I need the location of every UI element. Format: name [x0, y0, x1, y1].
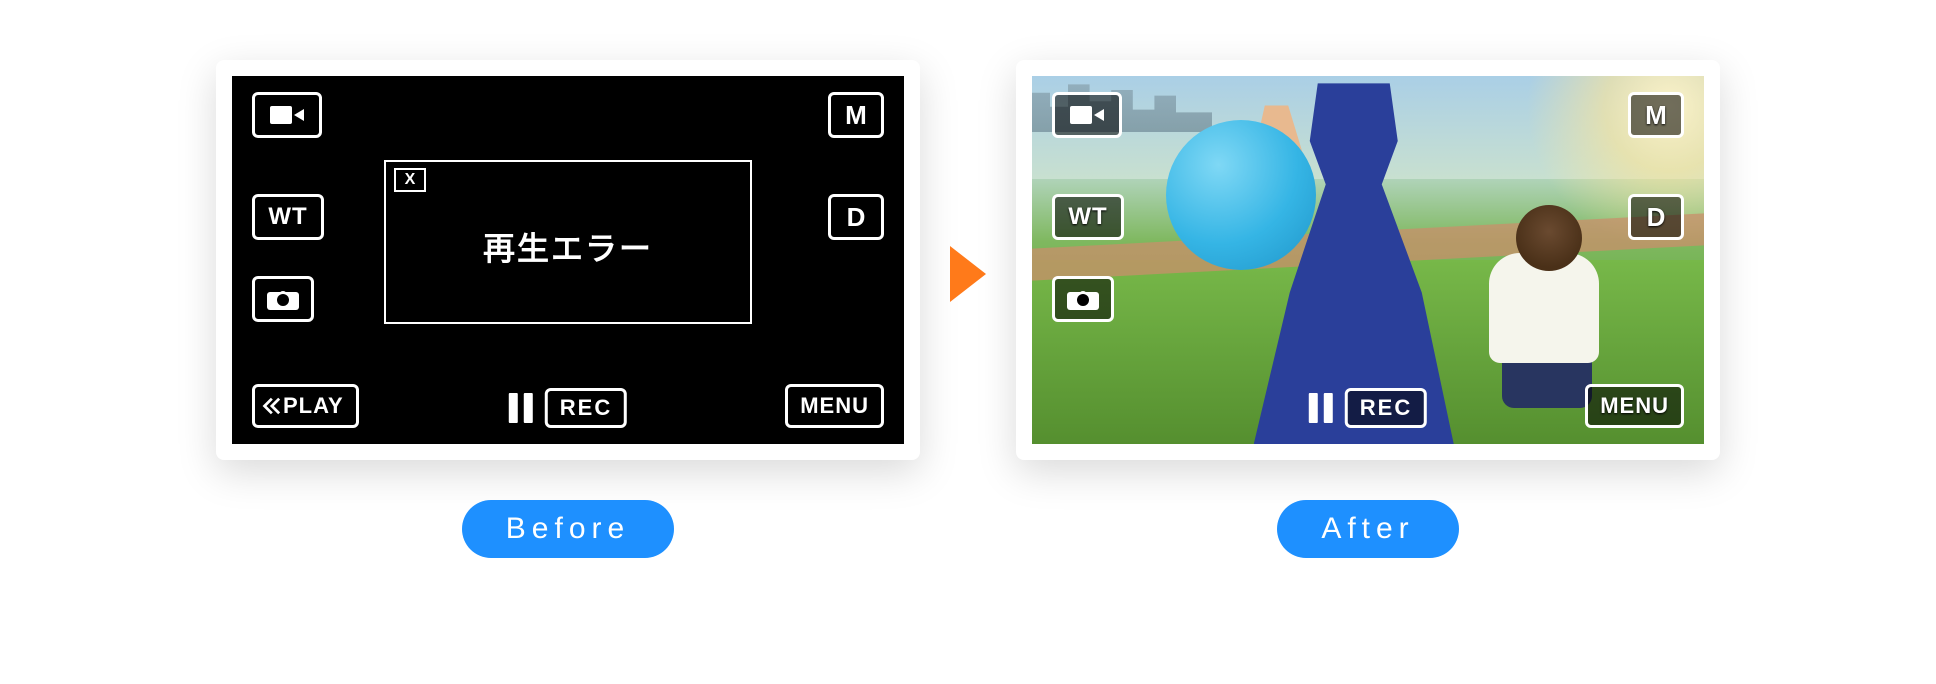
close-icon: X	[405, 171, 416, 189]
wt-zoom-button[interactable]: WT	[1052, 194, 1124, 240]
video-mode-button[interactable]	[252, 92, 322, 138]
video-mode-button[interactable]	[1052, 92, 1122, 138]
d-button[interactable]: D	[1628, 194, 1684, 240]
video-camera-icon	[270, 104, 304, 126]
d-button[interactable]: D	[828, 194, 884, 240]
rec-button[interactable]: REC	[545, 388, 627, 428]
play-label: PLAY	[283, 393, 344, 419]
rec-group: REC	[1309, 388, 1427, 428]
before-label: Before	[462, 500, 674, 558]
menu-button[interactable]: MENU	[1585, 384, 1684, 428]
after-panel: M WT D REC MENU After	[1016, 60, 1720, 558]
photo-mode-button[interactable]	[252, 276, 314, 322]
rec-button[interactable]: REC	[1345, 388, 1427, 428]
photo-mode-button[interactable]	[1052, 276, 1114, 322]
m-button[interactable]: M	[828, 92, 884, 138]
wt-zoom-button[interactable]: WT	[252, 194, 324, 240]
rec-group: REC	[509, 388, 627, 428]
after-camera-screen: M WT D REC MENU	[1032, 76, 1704, 444]
before-camera-screen: M WT D X 再生エラー PLAY	[232, 76, 904, 444]
arrow-right-icon	[950, 246, 986, 302]
camera-icon	[267, 288, 299, 310]
after-camera-frame: M WT D REC MENU	[1016, 60, 1720, 460]
pause-icon[interactable]	[1309, 393, 1333, 423]
after-label: After	[1277, 500, 1458, 558]
camera-icon	[1067, 288, 1099, 310]
before-panel: M WT D X 再生エラー PLAY	[216, 60, 920, 558]
video-camera-icon	[1070, 104, 1104, 126]
playback-error-dialog: X 再生エラー	[384, 160, 752, 324]
pause-icon[interactable]	[509, 393, 533, 423]
before-camera-frame: M WT D X 再生エラー PLAY	[216, 60, 920, 460]
error-close-button[interactable]: X	[394, 168, 426, 192]
play-button[interactable]: PLAY	[252, 384, 359, 428]
m-button[interactable]: M	[1628, 92, 1684, 138]
error-message-text: 再生エラー	[483, 224, 653, 270]
menu-button[interactable]: MENU	[785, 384, 884, 428]
comparison-container: M WT D X 再生エラー PLAY	[0, 0, 1936, 558]
chevron-left-double-icon	[259, 395, 281, 417]
